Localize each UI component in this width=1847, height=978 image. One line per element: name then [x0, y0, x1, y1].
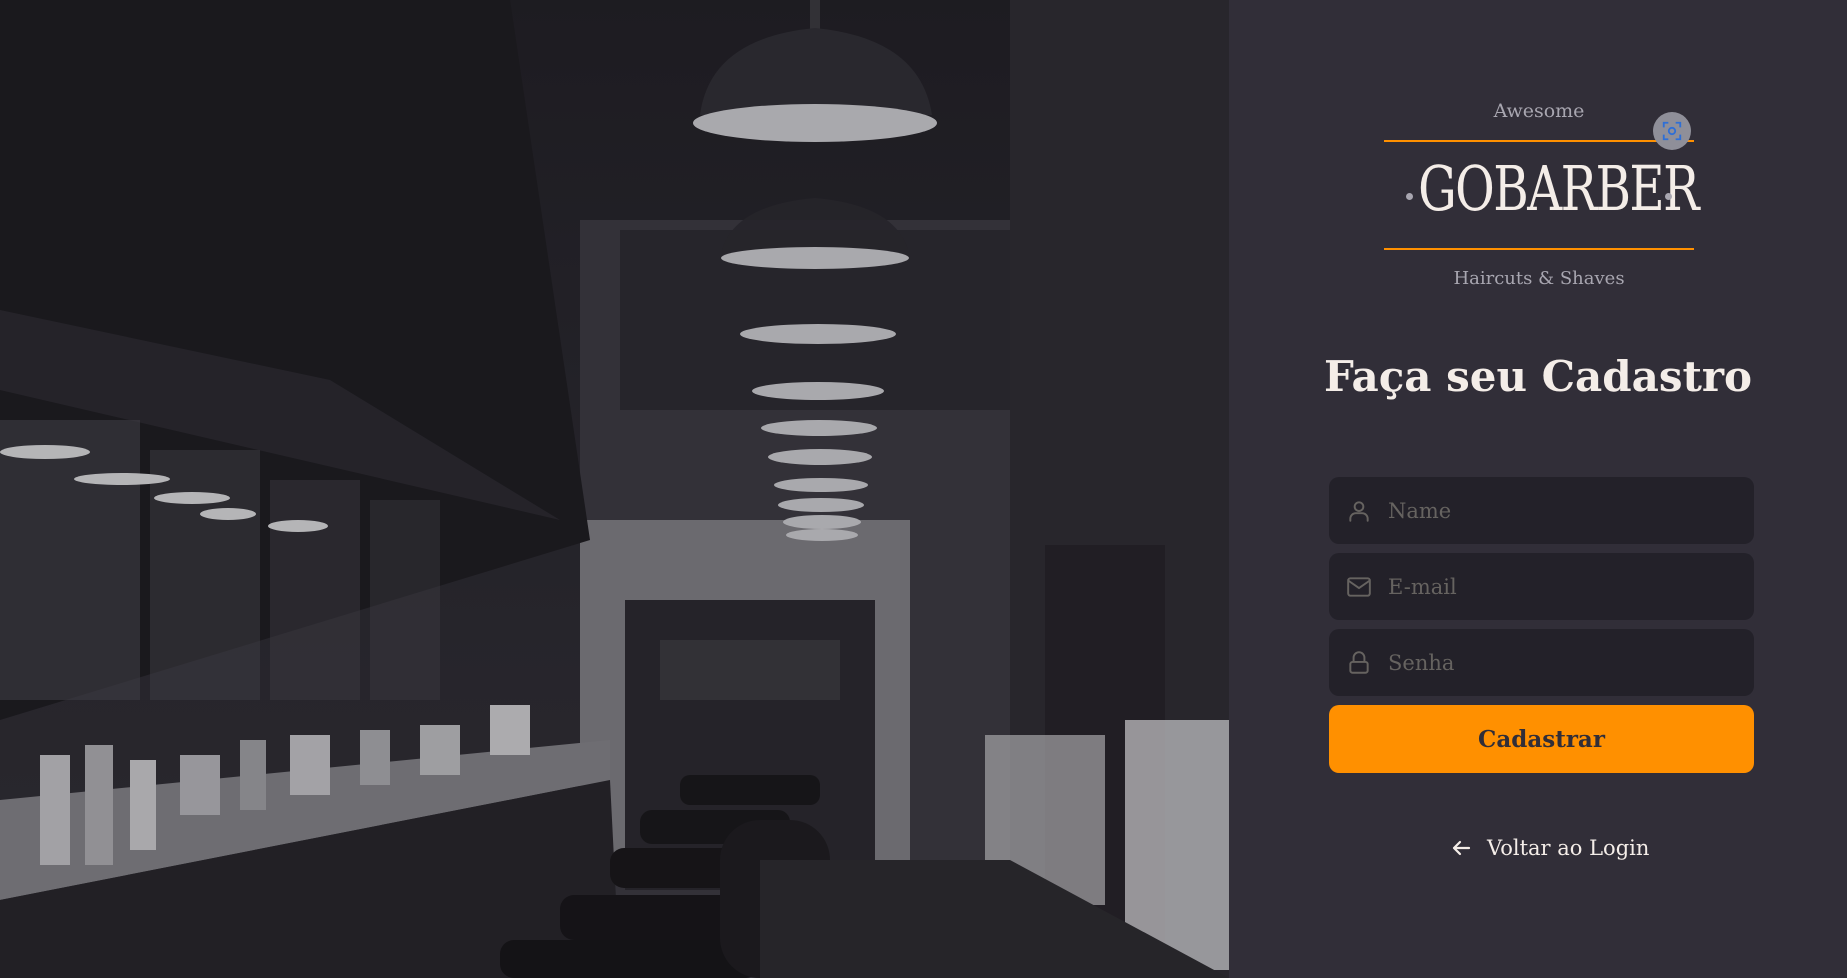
signup-button[interactable]: Cadastrar	[1329, 705, 1754, 773]
user-icon	[1349, 500, 1369, 522]
logo-dot-right	[1665, 193, 1672, 200]
mail-icon	[1347, 576, 1371, 597]
back-to-login-label: Voltar ao Login	[1487, 836, 1650, 860]
logo-bottom-text: Haircuts & Shaves	[1453, 268, 1625, 289]
logo-dot-left	[1406, 193, 1413, 200]
logo-name: GOBARBER	[1418, 152, 1699, 225]
logo-divider-top	[1384, 140, 1694, 142]
password-field[interactable]	[1329, 629, 1754, 696]
email-input[interactable]	[1388, 553, 1754, 620]
arrow-left-icon	[1452, 840, 1471, 856]
name-input[interactable]	[1388, 477, 1754, 544]
background-image	[0, 0, 1229, 978]
logo-divider-bottom	[1384, 248, 1694, 250]
back-to-login-link[interactable]: Voltar ao Login	[1449, 836, 1649, 860]
screenshot-capture-icon[interactable]	[1653, 112, 1691, 150]
password-input[interactable]	[1388, 629, 1754, 696]
gobarber-logo: Awesome GOBARBER Haircuts & Shaves	[1384, 100, 1700, 295]
page-title: Faça seu Cadastro	[1323, 352, 1753, 401]
signup-panel: Awesome GOBARBER Haircuts & Shaves Faça …	[1229, 0, 1847, 978]
logo-top-text: Awesome	[1493, 100, 1585, 122]
lock-icon	[1349, 650, 1369, 674]
email-field[interactable]	[1329, 553, 1754, 620]
name-field[interactable]	[1329, 477, 1754, 544]
